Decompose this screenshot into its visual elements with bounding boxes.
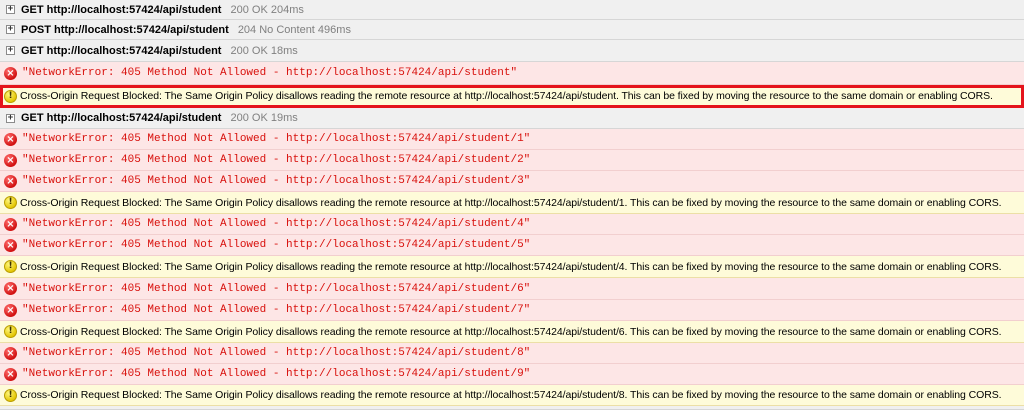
error-message: "NetworkError: 405 Method Not Allowed - … (22, 304, 531, 316)
error-x-icon: × (4, 217, 17, 231)
error-message: "NetworkError: 405 Method Not Allowed - … (22, 368, 531, 380)
error-x-icon: × (4, 367, 17, 381)
warning-exclamation-icon: ! (4, 325, 17, 338)
error-message-row: × "NetworkError: 405 Method Not Allowed … (0, 278, 1024, 300)
cors-warning-row: ! Cross-Origin Request Blocked: The Same… (0, 321, 1024, 343)
network-request-row[interactable]: + GET http://localhost:57424/api/student… (0, 40, 1024, 62)
cors-warning-row: ! Cross-Origin Request Blocked: The Same… (0, 385, 1024, 406)
request-url[interactable]: GET http://localhost:57424/api/student (21, 45, 221, 57)
warning-exclamation-icon: ! (4, 388, 17, 402)
error-message-row: × "NetworkError: 405 Method Not Allowed … (0, 300, 1024, 321)
warning-message: Cross-Origin Request Blocked: The Same O… (20, 196, 1002, 209)
error-message: "NetworkError: 405 Method Not Allowed - … (22, 218, 531, 230)
error-x-icon: × (4, 174, 17, 188)
request-status: 204 No Content 496ms (237, 23, 351, 36)
error-message-row: × "NetworkError: 405 Method Not Allowed … (0, 129, 1024, 150)
error-message-row: × "NetworkError: 405 Method Not Allowed … (0, 62, 1024, 85)
error-message-row: × "NetworkError: 405 Method Not Allowed … (0, 235, 1024, 256)
network-request-row-partial (0, 406, 1024, 410)
error-message: "NetworkError: 405 Method Not Allowed - … (22, 282, 531, 295)
error-message-row: × "NetworkError: 405 Method Not Allowed … (0, 364, 1024, 385)
warning-message: Cross-Origin Request Blocked: The Same O… (20, 90, 993, 102)
error-x-icon: × (4, 66, 17, 80)
request-status: 200 OK 18ms (230, 44, 298, 57)
error-x-icon: × (4, 238, 17, 252)
request-url[interactable]: GET http://localhost:57424/api/student (21, 4, 221, 16)
error-message: "NetworkError: 405 Method Not Allowed - … (22, 175, 531, 187)
request-status: 200 OK 19ms (230, 112, 298, 124)
error-message-row: × "NetworkError: 405 Method Not Allowed … (0, 214, 1024, 235)
warning-exclamation-icon: ! (4, 260, 17, 273)
network-request-row[interactable]: + POST http://localhost:57424/api/studen… (0, 20, 1024, 40)
error-message-row: × "NetworkError: 405 Method Not Allowed … (0, 343, 1024, 364)
network-request-row[interactable]: + GET http://localhost:57424/api/student… (0, 0, 1024, 20)
error-message: "NetworkError: 405 Method Not Allowed - … (22, 133, 531, 145)
network-request-row[interactable]: + GET http://localhost:57424/api/student… (0, 108, 1024, 129)
warning-exclamation-icon: ! (4, 196, 17, 209)
error-message: "NetworkError: 405 Method Not Allowed - … (22, 347, 531, 359)
error-message: "NetworkError: 405 Method Not Allowed - … (22, 67, 518, 79)
error-x-icon: × (4, 132, 17, 146)
cors-warning-row: ! Cross-Origin Request Blocked: The Same… (0, 192, 1024, 214)
error-x-icon: × (4, 303, 17, 317)
warning-message: Cross-Origin Request Blocked: The Same O… (20, 389, 1002, 401)
expand-plus-icon[interactable]: + (6, 5, 15, 14)
request-url[interactable]: POST http://localhost:57424/api/student (21, 24, 229, 36)
error-x-icon: × (4, 282, 17, 295)
warning-message: Cross-Origin Request Blocked: The Same O… (20, 260, 1002, 273)
error-message-row: × "NetworkError: 405 Method Not Allowed … (0, 150, 1024, 171)
cors-warning-row: ! Cross-Origin Request Blocked: The Same… (0, 256, 1024, 278)
request-url[interactable]: GET http://localhost:57424/api/student (21, 112, 221, 124)
warning-exclamation-icon: ! (4, 89, 17, 103)
error-message-row: × "NetworkError: 405 Method Not Allowed … (0, 171, 1024, 192)
expand-plus-icon[interactable]: + (6, 113, 15, 123)
console-log: + GET http://localhost:57424/api/student… (0, 0, 1024, 410)
expand-plus-icon[interactable]: + (6, 25, 15, 34)
expand-plus-icon[interactable]: + (6, 46, 15, 55)
request-status: 200 OK 204ms (230, 3, 304, 16)
cors-warning-row-highlighted: ! Cross-Origin Request Blocked: The Same… (0, 85, 1024, 108)
error-x-icon: × (4, 153, 17, 167)
error-x-icon: × (4, 346, 17, 360)
error-message: "NetworkError: 405 Method Not Allowed - … (22, 154, 531, 166)
error-message: "NetworkError: 405 Method Not Allowed - … (22, 239, 531, 251)
warning-message: Cross-Origin Request Blocked: The Same O… (20, 325, 1002, 338)
